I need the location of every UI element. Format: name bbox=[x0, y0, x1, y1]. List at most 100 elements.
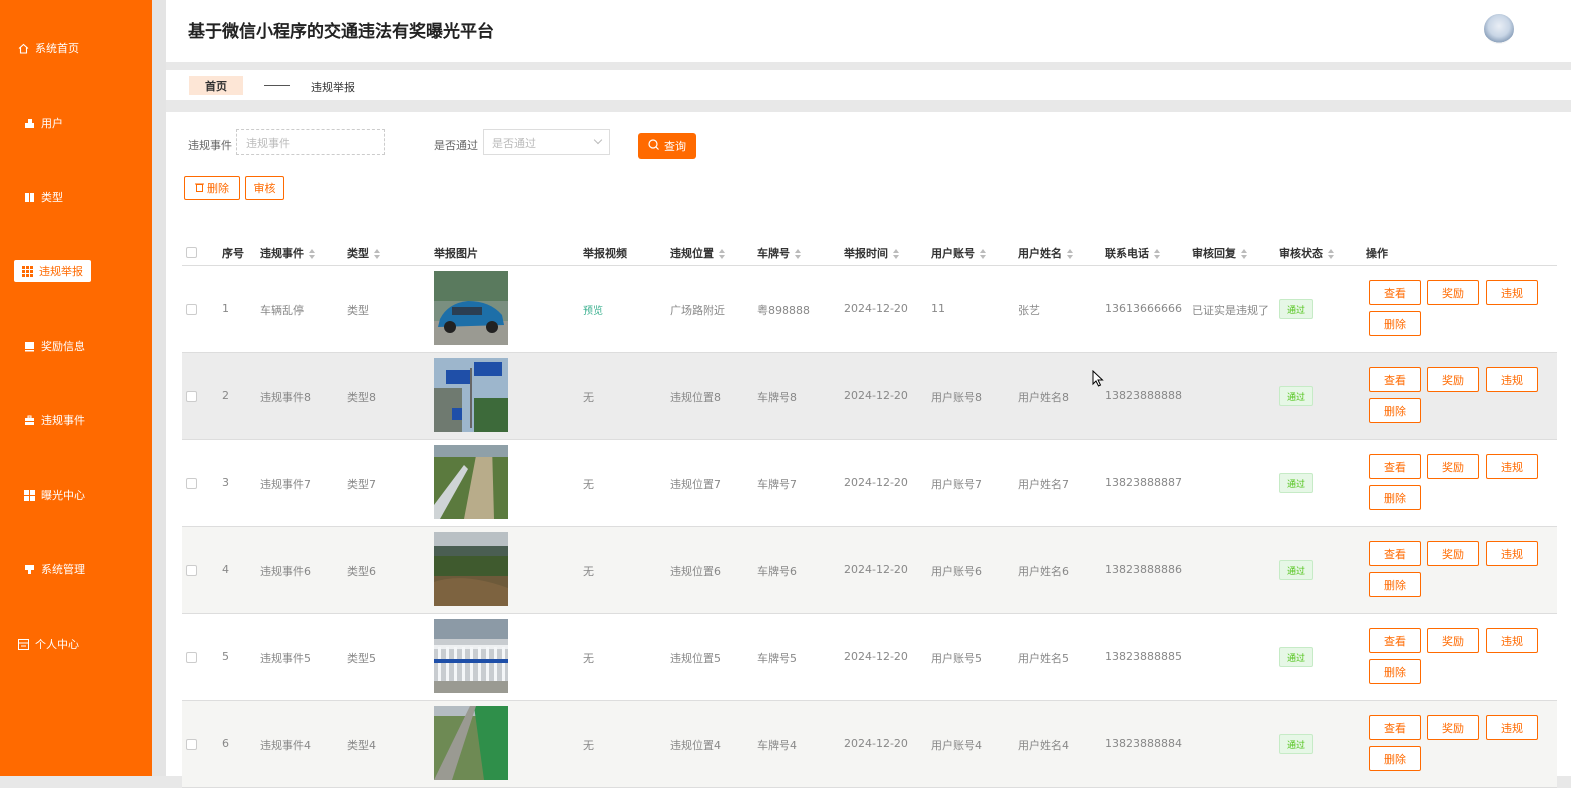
violation-button[interactable]: 违规 bbox=[1486, 454, 1538, 479]
col-event[interactable]: 违规事件 bbox=[260, 245, 315, 261]
cell-video[interactable]: 预览 bbox=[583, 302, 603, 317]
report-photo[interactable] bbox=[434, 358, 508, 432]
col-plate[interactable]: 车牌号 bbox=[757, 245, 801, 261]
sidebar-item-exposure-center[interactable]: 曝光中心 bbox=[0, 483, 152, 507]
cell-event: 违规事件4 bbox=[260, 739, 311, 752]
view-button[interactable]: 查看 bbox=[1369, 280, 1421, 305]
delete-button[interactable]: 删除 bbox=[1369, 572, 1421, 597]
col-account[interactable]: 用户账号 bbox=[931, 245, 986, 261]
table-row[interactable]: 1 车辆乱停 类型 预览 广场路附近 粤898888 2024-12-20 11 张艺 13613… bbox=[182, 266, 1557, 353]
reward-button[interactable]: 奖励 bbox=[1427, 541, 1479, 566]
col-video: 举报视频 bbox=[583, 247, 627, 260]
query-button[interactable]: 查询 bbox=[638, 133, 696, 159]
sidebar-item-user[interactable]: 用户 bbox=[0, 111, 152, 135]
col-phone[interactable]: 联系电话 bbox=[1105, 245, 1160, 261]
sidebar-item-system-management[interactable]: 系统管理 bbox=[0, 557, 152, 581]
sidebar-item-reward-info[interactable]: 奖励信息 bbox=[0, 334, 152, 358]
col-status[interactable]: 审核状态 bbox=[1279, 245, 1334, 261]
reward-button[interactable]: 奖励 bbox=[1427, 628, 1479, 653]
report-photo[interactable] bbox=[434, 445, 508, 519]
cell-no: 2 bbox=[222, 389, 229, 402]
sort-icon bbox=[374, 249, 380, 259]
delete-label: 删除 bbox=[207, 182, 229, 195]
breadcrumb-separator bbox=[264, 85, 290, 86]
violation-button[interactable]: 违规 bbox=[1486, 715, 1538, 740]
sidebar-item-label: 个人中心 bbox=[35, 638, 79, 651]
sidebar-gutter bbox=[152, 0, 166, 776]
row-checkbox[interactable] bbox=[186, 565, 197, 576]
violation-button[interactable]: 违规 bbox=[1486, 628, 1538, 653]
row-checkbox[interactable] bbox=[186, 739, 197, 750]
event-search-input[interactable]: 违规事件 bbox=[236, 129, 385, 155]
cell-account: 用户账号6 bbox=[931, 565, 982, 578]
cell-no: 1 bbox=[222, 302, 229, 315]
delete-button[interactable]: 删除 bbox=[1369, 311, 1421, 336]
reward-button[interactable]: 奖励 bbox=[1427, 367, 1479, 392]
view-button[interactable]: 查看 bbox=[1369, 628, 1421, 653]
cell-plate: 车牌号7 bbox=[757, 478, 797, 491]
delete-button[interactable]: 删除 bbox=[1369, 746, 1421, 771]
violation-button[interactable]: 违规 bbox=[1486, 367, 1538, 392]
delete-button[interactable]: 删除 bbox=[1369, 398, 1421, 423]
view-button[interactable]: 查看 bbox=[1369, 715, 1421, 740]
delete-button[interactable]: 删除 bbox=[1369, 485, 1421, 510]
cell-time: 2024-12-20 bbox=[844, 476, 908, 489]
col-time[interactable]: 举报时间 bbox=[844, 245, 899, 261]
reward-button[interactable]: 奖励 bbox=[1427, 280, 1479, 305]
sidebar-item-personal-center[interactable]: 个人中心 bbox=[0, 632, 152, 656]
audit-button[interactable]: 审核 bbox=[245, 176, 284, 200]
sort-icon bbox=[719, 249, 725, 259]
col-name[interactable]: 用户姓名 bbox=[1018, 245, 1073, 261]
sidebar-item-label: 曝光中心 bbox=[41, 489, 85, 502]
main-content: 违规事件 违规事件 是否通过 是否通过 查询 删除 审核 序号 违规事件 类型 … bbox=[166, 112, 1571, 788]
report-photo[interactable] bbox=[434, 271, 508, 345]
sort-icon bbox=[1328, 249, 1334, 259]
col-location[interactable]: 违规位置 bbox=[670, 245, 725, 261]
avatar[interactable] bbox=[1484, 14, 1514, 44]
violation-button[interactable]: 违规 bbox=[1486, 280, 1538, 305]
cell-type: 类型 bbox=[347, 304, 369, 317]
report-photo[interactable] bbox=[434, 706, 508, 780]
view-button[interactable]: 查看 bbox=[1369, 541, 1421, 566]
status-badge: 通过 bbox=[1279, 299, 1313, 319]
cell-phone: 13823888886 bbox=[1105, 563, 1182, 576]
select-all-checkbox[interactable] bbox=[186, 247, 197, 258]
row-checkbox[interactable] bbox=[186, 391, 197, 402]
table-row[interactable]: 4 违规事件6 类型6 无 违规位置6 车牌号6 2024-12-20 用户账号6 用户姓名6 1… bbox=[182, 527, 1557, 614]
reward-button[interactable]: 奖励 bbox=[1427, 715, 1479, 740]
table-row[interactable]: 3 违规事件7 类型7 无 违规位置7 车牌号7 2024-12-20 用户账号7 用户姓名7 1… bbox=[182, 440, 1557, 527]
cell-event: 违规事件8 bbox=[260, 391, 311, 404]
sidebar-item-label: 违规事件 bbox=[41, 414, 85, 427]
row-checkbox[interactable] bbox=[186, 304, 197, 315]
sidebar-item-violation-event[interactable]: 违规事件 bbox=[0, 408, 152, 432]
table-row[interactable]: 5 违规事件5 类型5 无 违规位置5 车牌号5 2024-12-20 用户账号5 用户姓名5 1… bbox=[182, 614, 1557, 701]
breadcrumb-home[interactable]: 首页 bbox=[189, 76, 243, 95]
breadcrumb: 首页 违规举报 bbox=[166, 70, 1571, 100]
pass-status-select[interactable]: 是否通过 bbox=[483, 129, 610, 155]
table-row[interactable]: 2 违规事件8 类型8 无 违规位置8 车牌号8 2024-12-20 用户账号8 用户姓名8 1… bbox=[182, 353, 1557, 440]
row-checkbox[interactable] bbox=[186, 478, 197, 489]
sidebar-item-label: 系统管理 bbox=[41, 563, 85, 576]
row-checkbox[interactable] bbox=[186, 652, 197, 663]
cell-phone: 13823888888 bbox=[1105, 389, 1182, 402]
bulk-delete-button[interactable]: 删除 bbox=[184, 176, 240, 200]
col-reply[interactable]: 审核回复 bbox=[1192, 245, 1247, 261]
report-photo[interactable] bbox=[434, 532, 508, 606]
sidebar-item-type[interactable]: 类型 bbox=[0, 185, 152, 209]
view-button[interactable]: 查看 bbox=[1369, 454, 1421, 479]
reward-button[interactable]: 奖励 bbox=[1427, 454, 1479, 479]
view-button[interactable]: 查看 bbox=[1369, 367, 1421, 392]
col-time-label: 举报时间 bbox=[844, 247, 888, 260]
report-photo[interactable] bbox=[434, 619, 508, 693]
breadcrumb-current: 违规举报 bbox=[311, 81, 355, 94]
col-photo: 举报图片 bbox=[434, 247, 478, 260]
delete-button[interactable]: 删除 bbox=[1369, 659, 1421, 684]
sidebar-item-violation-report[interactable]: 违规举报 bbox=[0, 259, 152, 283]
cell-event: 违规事件7 bbox=[260, 478, 311, 491]
briefcase-icon bbox=[24, 415, 35, 426]
cell-plate: 车牌号4 bbox=[757, 739, 797, 752]
violation-button[interactable]: 违规 bbox=[1486, 541, 1538, 566]
table-row[interactable]: 6 违规事件4 类型4 无 违规位置4 车牌号4 2024-12-20 用户账号4 用户姓名4 1… bbox=[182, 701, 1557, 788]
sidebar-item-home[interactable]: 系统首页 bbox=[0, 36, 152, 60]
col-type[interactable]: 类型 bbox=[347, 245, 380, 261]
